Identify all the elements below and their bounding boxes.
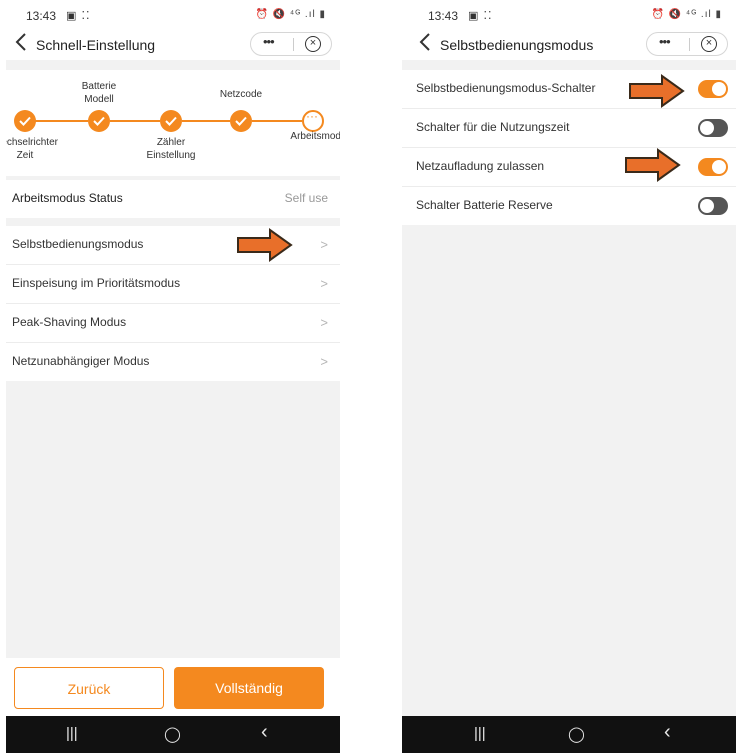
capsule-divider [293,38,294,51]
toggle-knob [700,121,714,135]
annotation-arrow-icon [629,74,685,108]
step-1-label-line-1: Wechselrichter [6,137,58,148]
step-connector [252,120,302,122]
work-mode-status-row: Arbeitsmodus Status Self use [6,180,340,218]
step-2-done-icon[interactable] [88,110,110,132]
step-4-label-line-1: Netzcode [219,89,263,100]
chevron-right-icon: > [320,315,328,330]
recent-apps-icon[interactable]: ||| [474,725,486,742]
annotation-arrow-icon [237,228,293,262]
nav-bar: Selbstbedienungsmodus ••• × [402,32,736,60]
system-status-icons: ⏰ 🔇 ⁴ᴳ .ıl ▮ [651,9,722,20]
step-3-label: Zähler Einstellung [129,136,213,162]
step-4-label: Netzcode [199,88,283,101]
setting-row-grid-charging: Netzaufladung zulassen [402,148,736,186]
mini-program-capsule: ••• × [646,32,728,56]
home-icon[interactable]: ◯ [568,725,585,743]
toggle-knob [712,160,726,174]
status-time: 13:43 [428,9,459,23]
capsule-divider [689,38,690,51]
battery-reserve-toggle[interactable] [698,197,728,215]
system-navigation-bar: ||| ◯ ‹ [402,716,736,753]
mode-label: Netzunabhängiger Modus [12,354,150,368]
step-5-label: Arbeitsmodus [279,130,340,143]
notification-icons: ▣ ⁚⁚ [66,10,91,22]
home-icon[interactable]: ◯ [164,725,181,743]
page-title: Selbstbedienungsmodus [440,37,594,53]
back-arrow-icon[interactable] [418,32,438,58]
step-2-label-line-1: Batterie [81,81,117,92]
close-icon[interactable]: × [305,36,321,52]
mini-program-capsule: ••• × [250,32,332,56]
system-navigation-bar: ||| ◯ ‹ [6,716,340,753]
grid-charging-toggle[interactable] [698,158,728,176]
annotation-arrow-icon [625,148,681,182]
page-title: Schnell-Einstellung [36,37,156,53]
step-1-label-line-2: Zeit [16,150,34,161]
phone-screen-quick-setup: 13:43 ▣ ⁚⁚ ⏰ 🔇 ⁴ᴳ .ıl ▮ Schnell-Einstell… [6,0,340,753]
nav-bar: Schnell-Einstellung ••• × [6,32,340,60]
mode-label: Einspeisung im Prioritätsmodus [12,276,181,290]
step-1-done-icon[interactable] [14,110,36,132]
recent-apps-icon[interactable]: ||| [66,725,78,742]
footer-actions: Zurück Vollständig [6,658,340,716]
step-3-label-line-1: Zähler [156,137,186,148]
back-icon[interactable]: ‹ [664,721,671,744]
time-of-use-toggle[interactable] [698,119,728,137]
step-2-label-line-2: Modell [84,94,114,105]
back-button[interactable]: Zurück [14,667,164,709]
setting-label: Netzaufladung zulassen [416,159,545,173]
close-icon[interactable]: × [701,36,717,52]
mode-label: Selbstbedienungsmodus [12,237,144,251]
self-use-mode-toggle[interactable] [698,80,728,98]
setting-label: Selbstbedienungsmodus-Schalter [416,81,596,95]
phone-screen-self-use-mode: 13:43 ▣ ⁚⁚ ⏰ 🔇 ⁴ᴳ .ıl ▮ Selbstbedienungs… [402,0,736,753]
status-time: 13:43 [26,9,57,23]
step-5-label-line-1: Arbeitsmodus [290,131,340,142]
step-5-pending-icon[interactable]: ··· [302,109,324,132]
more-icon[interactable]: ••• [263,34,275,49]
setting-label: Schalter Batterie Reserve [416,198,553,212]
step-3-done-icon[interactable] [160,110,182,132]
step-3-label-line-2: Einstellung [146,150,196,161]
step-connector [182,120,230,122]
setting-row-battery-reserve: Schalter Batterie Reserve [402,187,736,225]
mode-item-off-grid[interactable]: Netzunabhängiger Modus > [6,343,340,381]
system-status-icons: ⏰ 🔇 ⁴ᴳ .ıl ▮ [255,9,326,20]
toggle-knob [712,82,726,96]
more-icon[interactable]: ••• [659,34,671,49]
step-4-done-icon[interactable] [230,110,252,132]
notification-icons: ▣ ⁚⁚ [468,10,493,22]
step-connector [110,120,160,122]
chevron-right-icon: > [320,276,328,291]
step-1-label: Wechselrichter Zeit [6,136,67,162]
back-arrow-icon[interactable] [14,32,34,58]
mode-label: Peak-Shaving Modus [12,315,127,329]
chevron-right-icon: > [320,354,328,369]
back-icon[interactable]: ‹ [261,721,268,744]
setting-row-time-of-use: Schalter für die Nutzungszeit [402,109,736,147]
toggle-knob [700,199,714,213]
mode-item-peak-shaving[interactable]: Peak-Shaving Modus > [6,304,340,342]
work-mode-status-value: Self use [284,191,328,205]
setting-label: Schalter für die Nutzungszeit [416,120,570,134]
complete-button[interactable]: Vollständig [174,667,324,709]
ellipsis-icon: ··· [306,109,318,123]
work-mode-status-label: Arbeitsmodus Status [12,191,123,205]
setup-stepper: ··· Wechselrichter Zeit Batterie Modell Zähl… [6,70,340,176]
step-connector [34,120,88,122]
status-bar: 13:43 ▣ ⁚⁚ ⏰ 🔇 ⁴ᴳ .ıl ▮ [402,0,736,32]
chevron-right-icon: > [320,237,328,252]
step-2-label: Batterie Modell [57,80,141,106]
mode-item-feed-in-priority[interactable]: Einspeisung im Prioritätsmodus > [6,265,340,303]
status-bar: 13:43 ▣ ⁚⁚ ⏰ 🔇 ⁴ᴳ .ıl ▮ [6,0,340,32]
